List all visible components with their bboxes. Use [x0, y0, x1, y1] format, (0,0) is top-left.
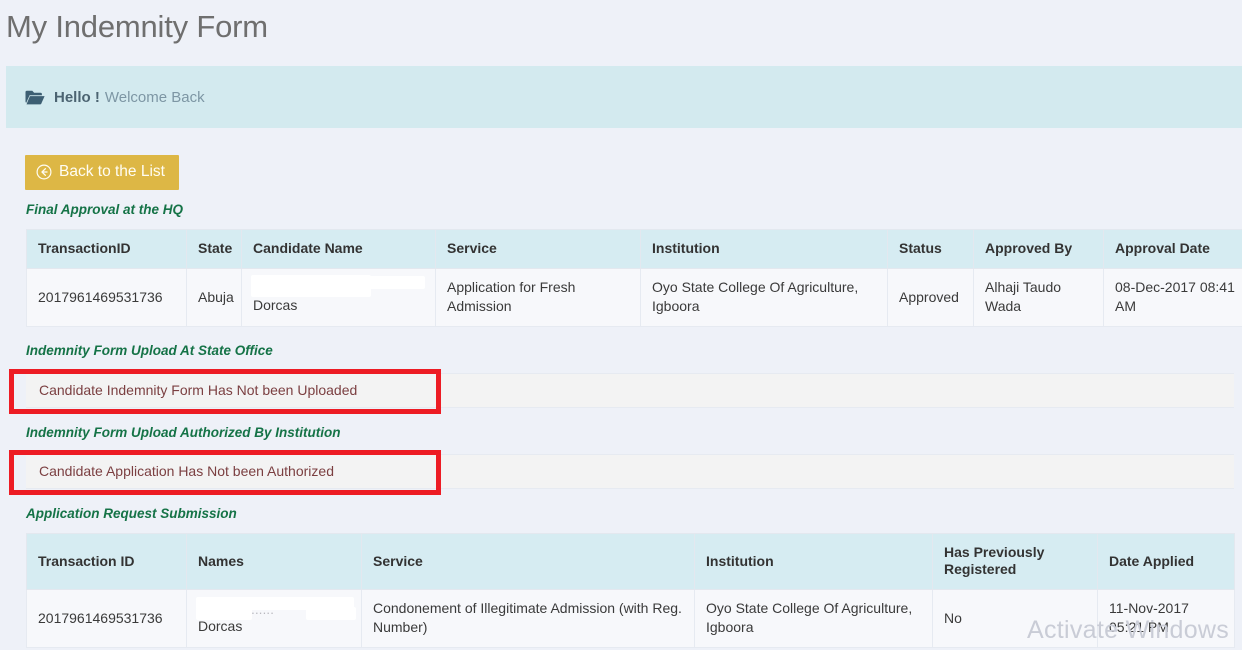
table-header-row: TransactionID State Candidate Name Servi… [26, 229, 1242, 269]
redacted-candidate-name: ...rap...m... [251, 275, 426, 297]
column-header-institution: Institution [640, 229, 888, 269]
column-header-has-previously-registered: Has Previously Registered [932, 533, 1098, 590]
cell-approval-date: 08-Dec-2017 08:41 AM [1103, 268, 1242, 327]
section-heading-state-office-upload: Indemnity Form Upload At State Office [26, 343, 273, 358]
final-approval-table: TransactionID State Candidate Name Servi… [26, 229, 1242, 327]
section-heading-institution-authorization: Indemnity Form Upload Authorized By Inst… [26, 425, 341, 440]
cell-names: ..... ......p...... Dorcas [186, 589, 362, 648]
date-applied-date: 11-Nov-2017 [1109, 600, 1189, 616]
redacted-names: ..... ......p...... [196, 597, 356, 620]
cell-approved-by: Alhaji Taudo Wada [973, 268, 1104, 327]
welcome-message-text: Welcome Back [104, 88, 205, 106]
cell-candidate-name: ...rap...m... Dorcas [241, 268, 436, 327]
activate-windows-watermark: Activate Windows [1027, 616, 1230, 644]
cell-status: Approved [887, 268, 974, 327]
back-to-list-button[interactable]: Back to the List [25, 155, 179, 190]
column-header-names: Names [186, 533, 362, 590]
names-value: Dorcas [198, 618, 243, 634]
indemnity-upload-alert-row: Candidate Indemnity Form Has Not been Up… [26, 373, 1234, 408]
back-to-list-label: Back to the List [59, 163, 165, 180]
column-header-state: State [186, 229, 242, 269]
table-header-row: Transaction ID Names Service Institution… [26, 533, 1235, 590]
indemnity-upload-alert-text: Candidate Indemnity Form Has Not been Up… [39, 382, 358, 398]
candidate-name-value: Dorcas [253, 297, 298, 313]
column-header-candidate-name: Candidate Name [241, 229, 436, 269]
cell-institution: Oyo State College Of Agriculture, Igboor… [694, 589, 933, 648]
authorization-alert-text: Candidate Application Has Not been Autho… [39, 463, 334, 479]
cell-transaction-id: 2017961469531736 [26, 589, 187, 648]
cell-service: Application for Fresh Admission [435, 268, 641, 327]
welcome-banner: Hello ! Welcome Back [6, 66, 1242, 128]
page-title: My Indemnity Form [6, 9, 268, 44]
column-header-approval-date: Approval Date [1103, 229, 1242, 269]
circle-arrow-left-icon [36, 164, 52, 180]
cell-state: Abuja [186, 268, 242, 327]
column-header-service: Service [435, 229, 641, 269]
column-header-status: Status [887, 229, 974, 269]
cell-service: Condonement of Illegitimate Admission (w… [361, 589, 695, 648]
column-header-institution: Institution [694, 533, 933, 590]
section-heading-application-request: Application Request Submission [26, 506, 237, 521]
column-header-transaction-id: Transaction ID [26, 533, 187, 590]
welcome-hello-text: Hello ! [54, 88, 100, 106]
column-header-service: Service [361, 533, 695, 590]
table-row: 2017961469531736 Abuja ...rap...m... Dor… [26, 268, 1242, 327]
cell-institution: Oyo State College Of Agriculture, Igboor… [640, 268, 888, 327]
open-folder-icon [25, 90, 45, 104]
column-header-approved-by: Approved By [973, 229, 1104, 269]
column-header-date-applied: Date Applied [1097, 533, 1235, 590]
authorization-alert-row: Candidate Application Has Not been Autho… [26, 454, 1234, 489]
cell-transaction-id: 2017961469531736 [26, 268, 187, 327]
section-heading-final-approval: Final Approval at the HQ [26, 202, 184, 217]
column-header-transaction-id: TransactionID [26, 229, 187, 269]
